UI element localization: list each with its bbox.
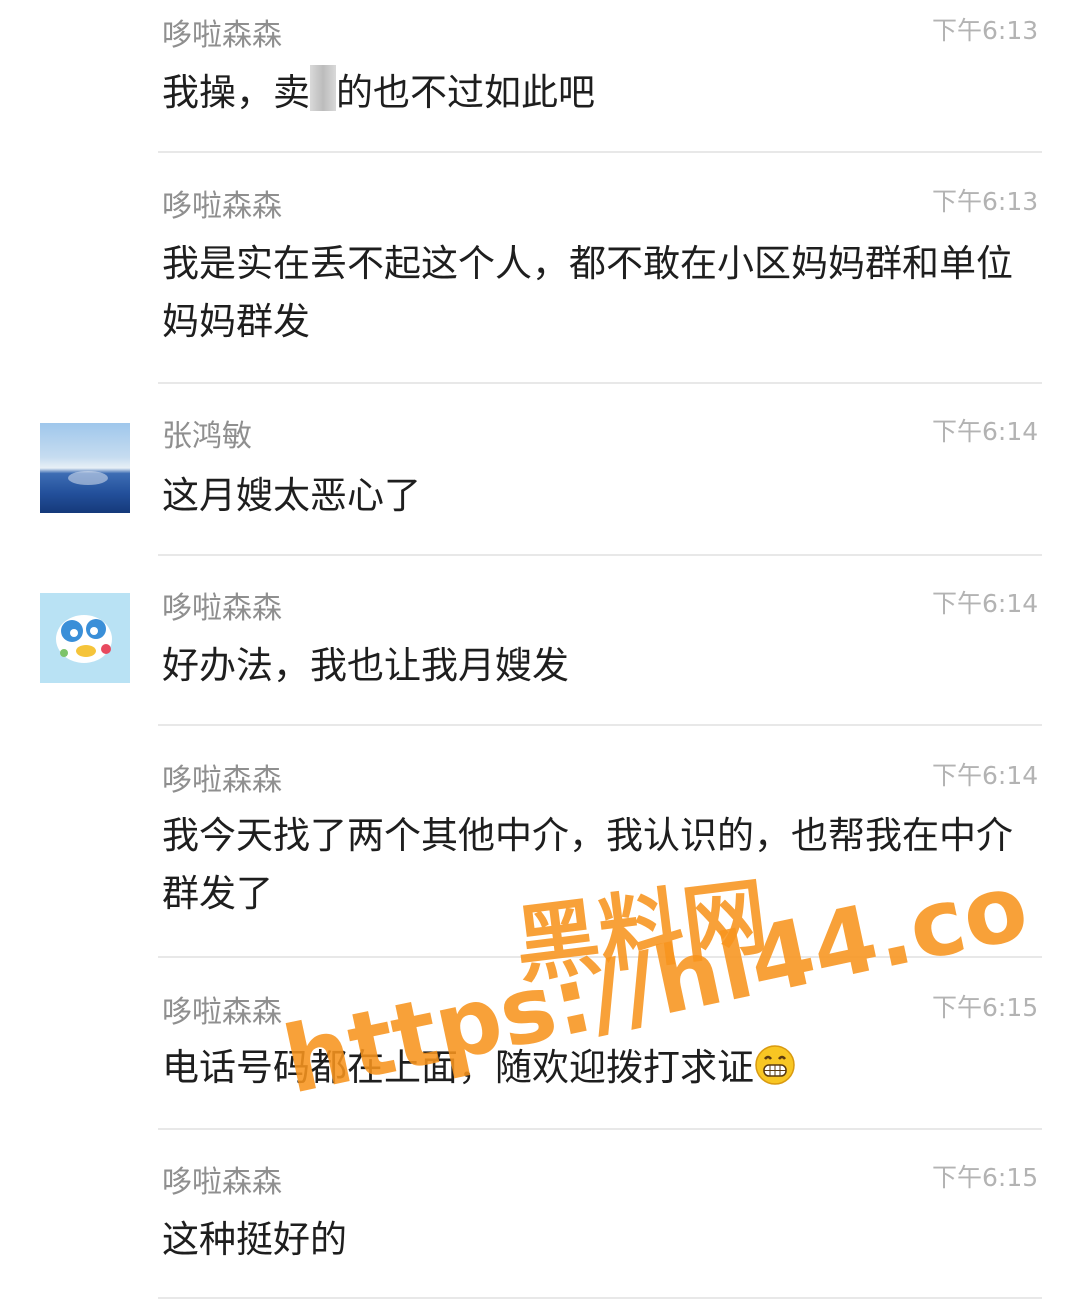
message-time: 下午6:14 xyxy=(932,417,1039,446)
sender-name: 张鸿敏 xyxy=(162,419,252,454)
message-item[interactable]: 哆啦森森 下午6:13 我是实在丢不起这个人，都不敢在小区妈妈群和单位妈妈群发 xyxy=(0,153,1080,384)
message-item[interactable]: 哆啦森森 下午6:15 这种挺好的 xyxy=(0,1129,1080,1301)
message-text: 我操，卖 的也不过如此吧 xyxy=(162,64,1032,122)
chat-message-list: 哆啦森森 下午6:13 我操，卖 的也不过如此吧 哆啦森森 下午6:13 我是实在… xyxy=(0,0,1080,1301)
message-text: 电话号码都在上面，随欢迎拨打求证 xyxy=(162,1039,1032,1097)
message-time: 下午6:14 xyxy=(932,589,1039,618)
message-item[interactable]: 哆啦森森 下午6:14 我今天找了两个其他中介，我认识的，也帮我在中介群发了 xyxy=(0,725,1080,958)
sender-name: 哆啦森森 xyxy=(162,189,282,224)
message-text: 好办法，我也让我月嫂发 xyxy=(162,644,569,687)
message-text: 这月嫂太恶心了 xyxy=(162,474,421,517)
cartoon-avatar-image xyxy=(56,615,112,663)
sender-name: 哆啦森森 xyxy=(162,995,282,1030)
message-time: 下午6:13 xyxy=(932,16,1039,45)
message-time: 下午6:15 xyxy=(932,993,1039,1022)
cartoon-avatar[interactable] xyxy=(40,593,130,683)
censored-blur xyxy=(310,65,336,111)
message-item[interactable]: 哆啦森森 下午6:13 我操，卖 的也不过如此吧 xyxy=(0,0,1080,153)
grinning-face-emoji xyxy=(755,1045,795,1085)
message-time: 下午6:14 xyxy=(932,761,1039,790)
message-text-part: 的也不过如此吧 xyxy=(336,71,595,114)
sender-name: 哆啦森森 xyxy=(162,1165,282,1200)
sender-name: 哆啦森森 xyxy=(162,763,282,798)
sender-name: 哆啦森森 xyxy=(162,591,282,626)
sea-landscape-avatar[interactable] xyxy=(40,423,130,513)
message-text: 我是实在丢不起这个人，都不敢在小区妈妈群和单位妈妈群发 xyxy=(162,242,1013,343)
sender-name: 哆啦森森 xyxy=(162,18,282,53)
message-time: 下午6:13 xyxy=(932,187,1039,216)
message-text: 我今天找了两个其他中介，我认识的，也帮我在中介群发了 xyxy=(162,814,1013,915)
sea-glint xyxy=(68,471,108,485)
message-text-part: 我操，卖 xyxy=(162,71,310,114)
message-divider xyxy=(158,1297,1042,1299)
message-item[interactable]: 哆啦森森 下午6:14 好办法，我也让我月嫂发 xyxy=(0,555,1080,726)
message-text: 这种挺好的 xyxy=(162,1218,347,1261)
message-item[interactable]: 哆啦森森 下午6:15 电话号码都在上面，随欢迎拨打求证 xyxy=(0,957,1080,1130)
message-time: 下午6:15 xyxy=(932,1163,1039,1192)
message-text-part: 电话号码都在上面，随欢迎拨打求证 xyxy=(162,1046,754,1089)
message-item[interactable]: 张鸿敏 下午6:14 这月嫂太恶心了 xyxy=(0,383,1080,556)
